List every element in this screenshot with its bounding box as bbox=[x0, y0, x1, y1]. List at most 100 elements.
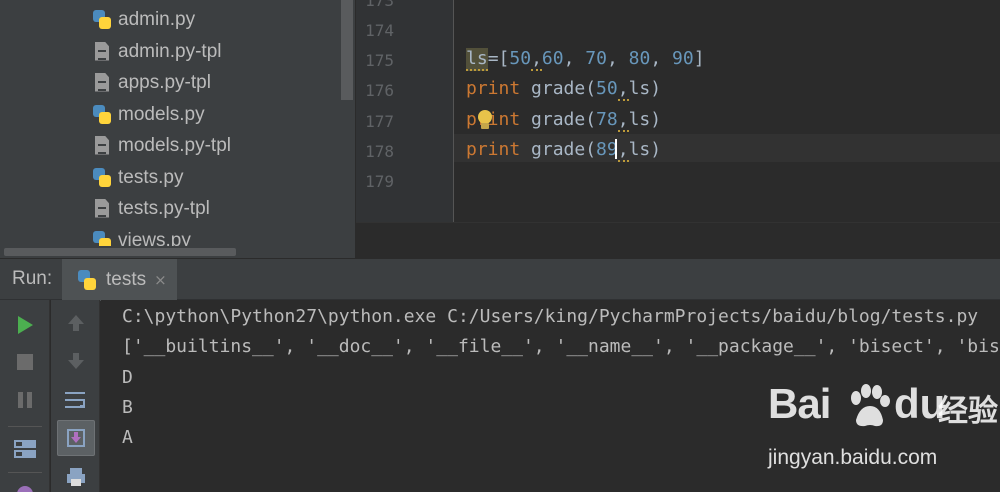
lightbulb-base bbox=[481, 123, 489, 129]
run-button[interactable] bbox=[10, 310, 40, 340]
code-token: , bbox=[617, 109, 629, 132]
code-line-177[interactable]: print grade(78,ls) bbox=[466, 109, 662, 132]
tree-horizontal-scrollbar[interactable] bbox=[0, 246, 355, 258]
text-file-icon bbox=[92, 72, 112, 94]
line-number: 179 bbox=[365, 172, 394, 191]
code-token: ls) bbox=[628, 78, 662, 99]
lightbulb-glass bbox=[478, 110, 492, 124]
watermark-url: jingyan.baidu.com bbox=[768, 446, 938, 469]
tree-item-label: tests.py bbox=[118, 166, 184, 188]
code-number: 70 bbox=[585, 48, 607, 69]
run-tab-tests[interactable]: tests × bbox=[62, 259, 177, 301]
text-file-icon bbox=[92, 41, 112, 63]
pause-button[interactable] bbox=[10, 385, 40, 415]
code-editor[interactable]: 173 174 175 176 177 178 179 ls=[50,60, 7… bbox=[356, 0, 1000, 258]
code-number: 50 bbox=[596, 78, 618, 99]
code-token: grade( bbox=[520, 139, 597, 160]
text-file-icon bbox=[92, 135, 112, 157]
code-token: , bbox=[617, 139, 629, 162]
arrow-up-icon bbox=[68, 315, 84, 331]
code-token: , bbox=[650, 48, 673, 69]
console-line: D bbox=[122, 367, 133, 388]
code-token: , bbox=[606, 48, 629, 69]
tree-item-label: admin.py bbox=[118, 8, 196, 30]
stop-button[interactable] bbox=[10, 347, 40, 377]
code-token: , bbox=[617, 78, 629, 101]
run-tab-label: tests bbox=[106, 269, 147, 290]
scroll-to-end-icon bbox=[67, 429, 85, 447]
tree-item-admin-py[interactable]: admin.py bbox=[92, 4, 195, 35]
code-token: ] bbox=[693, 48, 705, 69]
console-line: B bbox=[122, 397, 133, 418]
toolbar-divider bbox=[8, 472, 42, 473]
text-caret bbox=[615, 139, 617, 159]
watermark-jingyan-text: 经验 bbox=[938, 394, 998, 429]
baidu-paw-icon bbox=[851, 384, 890, 427]
run-toolbar-secondary bbox=[51, 300, 100, 492]
code-token: grade( bbox=[520, 78, 597, 99]
code-token: ls) bbox=[628, 139, 662, 160]
tree-vertical-scrollbar[interactable] bbox=[341, 0, 353, 100]
gutter-separator bbox=[453, 0, 454, 222]
stop-icon bbox=[17, 354, 33, 370]
tree-item-label: admin.py-tpl bbox=[118, 40, 222, 62]
console-line: A bbox=[122, 427, 133, 448]
tree-item-label: tests.py-tpl bbox=[118, 197, 210, 219]
code-line-178[interactable]: print grade(89,ls) bbox=[466, 139, 662, 162]
code-token: =[ bbox=[487, 48, 510, 69]
restore-layout-button[interactable] bbox=[10, 434, 40, 464]
line-number-gutter: 173 174 175 176 177 178 179 bbox=[356, 0, 454, 222]
scroll-to-end-button[interactable] bbox=[57, 420, 95, 456]
editor-bottom-area bbox=[356, 222, 1000, 258]
soft-wrap-button[interactable] bbox=[61, 385, 91, 415]
code-token: , bbox=[531, 48, 542, 71]
arrow-down-icon bbox=[68, 353, 84, 369]
tree-horizontal-scroll-thumb[interactable] bbox=[4, 248, 236, 256]
line-number: 178 bbox=[365, 142, 394, 161]
scroll-up-button[interactable] bbox=[61, 308, 91, 338]
play-icon bbox=[18, 316, 33, 334]
code-variable: ls bbox=[466, 48, 488, 71]
line-number: 176 bbox=[365, 81, 394, 100]
debug-button[interactable] bbox=[10, 478, 40, 492]
print-button[interactable] bbox=[61, 462, 91, 492]
print-icon bbox=[67, 468, 85, 486]
code-token: ls) bbox=[628, 109, 662, 130]
tree-item-models-py[interactable]: models.py bbox=[92, 99, 205, 130]
tree-item-models-py-tpl[interactable]: models.py-tpl bbox=[92, 130, 231, 161]
code-line-175[interactable]: ls=[50,60, 70, 80, 90] bbox=[466, 48, 705, 71]
bug-icon bbox=[17, 486, 33, 492]
layout-icon bbox=[14, 440, 36, 458]
code-number: 90 bbox=[672, 48, 694, 69]
text-file-icon bbox=[92, 198, 112, 220]
line-number: 173 bbox=[365, 0, 394, 10]
python-file-icon bbox=[92, 104, 112, 126]
line-number: 175 bbox=[365, 51, 394, 70]
python-file-icon bbox=[92, 167, 112, 189]
tree-item-admin-py-tpl[interactable]: admin.py-tpl bbox=[92, 36, 222, 67]
project-tree-panel: admin.py admin.py-tpl apps.py-tpl models… bbox=[0, 0, 355, 258]
tree-item-tests-py-tpl[interactable]: tests.py-tpl bbox=[92, 193, 210, 224]
close-icon[interactable]: × bbox=[154, 271, 167, 289]
console-line: C:\python\Python27\python.exe C:/Users/k… bbox=[122, 306, 979, 327]
run-toolbar-primary bbox=[0, 300, 50, 492]
code-token: , bbox=[563, 48, 586, 69]
watermark-bai-text: Bai bbox=[768, 380, 831, 427]
code-line-176[interactable]: print grade(50,ls) bbox=[466, 78, 662, 101]
code-number: 60 bbox=[541, 48, 564, 69]
python-file-icon bbox=[76, 269, 98, 291]
code-keyword: print bbox=[466, 78, 521, 99]
code-number: 78 bbox=[596, 109, 618, 130]
run-panel-header: Run: tests × bbox=[0, 258, 1000, 301]
tree-item-label: models.py-tpl bbox=[118, 134, 231, 156]
scroll-down-button[interactable] bbox=[61, 346, 91, 376]
tree-item-tests-py[interactable]: tests.py bbox=[92, 162, 183, 193]
lightbulb-icon[interactable] bbox=[476, 108, 494, 132]
baidu-watermark: Bai du 经验 jingyan.baidu.com bbox=[760, 380, 1000, 492]
code-number: 80 bbox=[628, 48, 651, 69]
tree-item-apps-py-tpl[interactable]: apps.py-tpl bbox=[92, 67, 211, 98]
run-label: Run: bbox=[12, 268, 53, 289]
tree-item-label: models.py bbox=[118, 103, 205, 125]
code-keyword: print bbox=[466, 139, 521, 160]
line-number: 177 bbox=[365, 112, 394, 131]
